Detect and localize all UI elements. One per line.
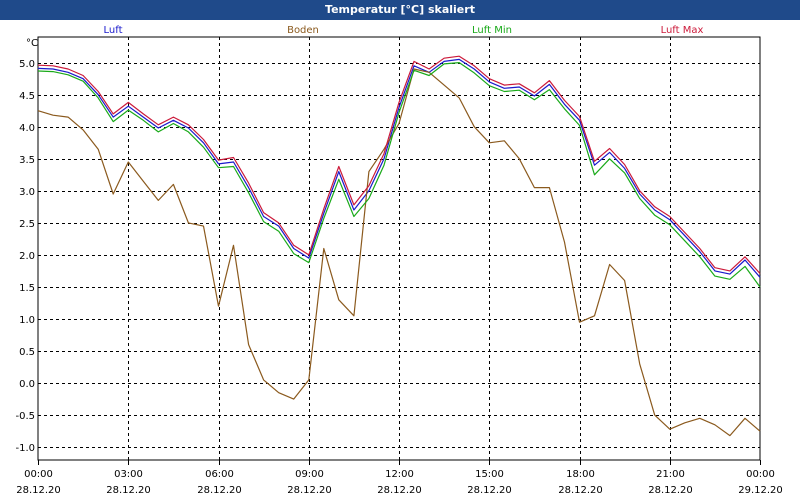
y-tick-label: 3.0 [19,187,35,198]
temperature-chart: 5.0 4.5 4.0 3.5 3.0 2.5 2.0 1.5 1.0 0.5 0.0 -0.5 -1.… [15,25,783,496]
y-tick-label: 3.5 [19,155,35,166]
legend-entry-luft-min: Luft Min [472,25,512,36]
y-tick-label: 2.5 [19,219,35,230]
legend-entry-luft: Luft [104,25,123,36]
x-tick-date: 28.12.20 [558,485,603,496]
window-title: Temperatur [°C] skaliert [0,0,800,20]
y-axis-unit: °C [26,38,38,49]
x-tick-date: 28.12.20 [106,485,151,496]
y-tick-label: 1.0 [19,315,35,326]
x-tick-time: 15:00 [475,469,504,480]
legend-entry-boden: Boden [287,25,319,36]
x-tick-time: 12:00 [385,469,414,480]
y-tick-label: -0.5 [15,411,35,422]
x-tick-time: 03:00 [114,469,143,480]
x-tick-date: 28.12.20 [467,485,512,496]
series-lines [37,55,761,437]
x-tick-time: 06:00 [205,469,234,480]
legend-entry-luft-max: Luft Max [661,25,704,36]
y-tick-label: 0.0 [19,379,35,390]
legend: Luft Boden Luft Min Luft Max [104,25,704,36]
x-tick-time: 18:00 [566,469,595,480]
x-tick-date: 28.12.20 [197,485,242,496]
y-tick-label: 4.0 [19,123,35,134]
x-tick-time: 00:00 [24,469,53,480]
y-tick-label: -1.0 [15,443,35,454]
x-tick-date: 29.12.20 [738,485,783,496]
y-tick-label: 4.5 [19,91,35,102]
y-tick-label: 0.5 [19,347,35,358]
y-tick-label: 5.0 [19,59,35,70]
y-tick-label: 1.5 [19,283,35,294]
x-tick-date: 28.12.20 [287,485,332,496]
grid [37,36,761,461]
y-tick-label: 2.0 [19,251,35,262]
x-tick-time: 09:00 [295,469,324,480]
x-tick-date: 28.12.20 [648,485,693,496]
x-tick-date: 28.12.20 [16,485,61,496]
chart-window: Temperatur [°C] skaliert 5.0 4.5 4.0 3.5 3.0… [0,0,800,500]
x-tick-time: 21:00 [656,469,685,480]
x-tick-time: 00:00 [746,469,775,480]
x-tick-date: 28.12.20 [377,485,422,496]
